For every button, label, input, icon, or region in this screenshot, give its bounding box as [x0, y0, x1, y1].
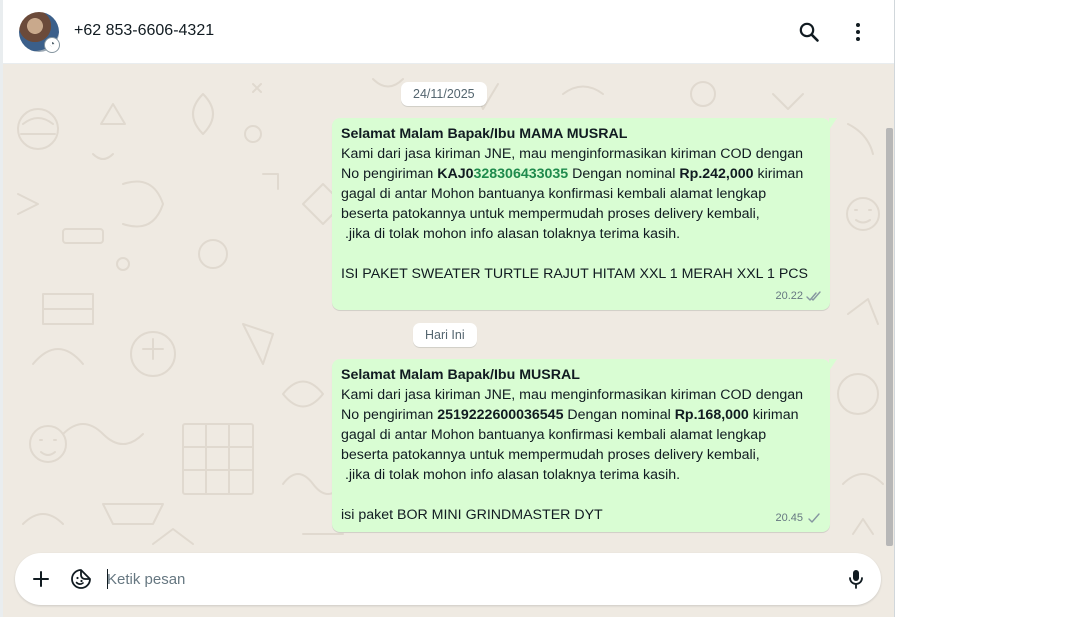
tracking-number: 2519222600036545	[437, 407, 564, 423]
date-separator: Hari Ini	[413, 323, 477, 347]
kebab-menu-icon[interactable]	[846, 20, 870, 44]
message-text-line: Kami dari jasa kiriman JNE, mau menginfo…	[341, 146, 804, 162]
message-text-line: .jika di tolak mohon info alasan tolakny…	[341, 467, 681, 483]
cod-amount: Rp.168,000	[674, 407, 749, 423]
message-greeting: Selamat Malam Bapak/Ibu MAMA MUSRAL	[341, 126, 628, 142]
text-caret	[107, 569, 108, 589]
contact-name[interactable]: +62 853-6606-4321	[74, 22, 214, 40]
message-composer	[15, 553, 881, 605]
messages-scrollbar[interactable]	[886, 128, 893, 546]
message-text-line: gagal di antar Mohon bantuanya konfirmas…	[341, 427, 767, 443]
cod-amount: Rp.242,000	[679, 166, 754, 182]
chat-panel: ◔ +62 853-6606-4321 24/11/2025 Selamat M…	[0, 0, 895, 617]
outgoing-message[interactable]: Selamat Malam Bapak/Ibu MAMA MUSRAL Kami…	[332, 118, 837, 310]
status-ring-icon: ◔	[44, 37, 60, 53]
tracking-number-link[interactable]: 328306433035	[474, 166, 569, 182]
double-check-icon	[806, 290, 821, 301]
message-text-line: Kami dari jasa kiriman JNE, mau menginfo…	[341, 387, 804, 403]
message-text-line: ISI PAKET SWEATER TURTLE RAJUT HITAM XXL…	[341, 266, 808, 282]
message-text-line: gagal di antar Mohon bantuanya konfirmas…	[341, 186, 767, 202]
message-greeting: Selamat Malam Bapak/Ibu MUSRAL	[341, 367, 580, 383]
outgoing-message[interactable]: Selamat Malam Bapak/Ibu MUSRAL Kami dari…	[332, 359, 837, 532]
message-text-line: .jika di tolak mohon info alasan tolakny…	[341, 226, 681, 242]
message-text-line: No pengiriman KAJ0328306433035 Dengan no…	[341, 166, 804, 182]
sticker-icon[interactable]	[69, 567, 93, 591]
tracking-prefix: KAJ0	[437, 166, 474, 182]
message-text-line: No pengiriman 2519222600036545 Dengan no…	[341, 407, 799, 423]
message-time: 20.22	[775, 290, 803, 302]
message-meta: 20.45	[775, 508, 822, 528]
message-meta: 20.22	[775, 286, 822, 306]
chat-header[interactable]: ◔ +62 853-6606-4321	[3, 0, 894, 64]
message-text-line: isi paket BOR MINI GRINDMASTER DYT	[341, 507, 603, 523]
search-icon[interactable]	[797, 20, 821, 44]
date-separator: 24/11/2025	[401, 82, 487, 106]
single-check-icon	[808, 512, 820, 523]
message-text-line: beserta patokannya untuk mempermudah pro…	[341, 206, 760, 222]
message-input[interactable]	[107, 567, 807, 591]
microphone-icon[interactable]	[844, 567, 868, 591]
message-text-line: beserta patokannya untuk mempermudah pro…	[341, 447, 760, 463]
message-time: 20.45	[775, 512, 803, 524]
plus-icon[interactable]	[29, 567, 53, 591]
